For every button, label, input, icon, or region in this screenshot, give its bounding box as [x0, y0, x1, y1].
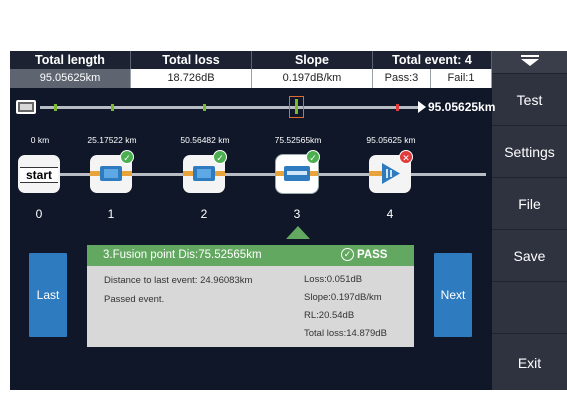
header-total-loss: Total loss — [131, 51, 252, 69]
event-status-text: Passed event. — [104, 294, 165, 305]
summary-table: Total length Total loss Slope Total even… — [10, 51, 492, 89]
selected-event-marker[interactable] — [289, 96, 304, 118]
otdr-device-icon — [16, 100, 36, 114]
menu-bar-icon — [521, 55, 539, 57]
event-detail-header: 3.Fusion point Dis:75.52565km ✓ PASS — [87, 245, 414, 266]
menu-empty-button[interactable] — [492, 281, 567, 333]
otdr-screen: Total length Total loss Slope Total even… — [10, 51, 567, 390]
event-loss: Loss:0.051dB — [304, 274, 363, 285]
side-menu: Test Settings File Save Exit — [492, 51, 567, 390]
event-detail-card: 3.Fusion point Dis:75.52565km ✓ PASS Dis… — [87, 245, 414, 347]
pass-check-icon: ✓ — [120, 150, 134, 164]
menu-save-label: Save — [513, 248, 546, 264]
event-tick-1[interactable] — [111, 104, 114, 111]
event-card-2[interactable]: ✓ — [183, 150, 227, 193]
next-event-button[interactable]: Next — [434, 253, 472, 337]
event-result-badge: PASS — [357, 249, 388, 261]
event-distance-2: 50.56482 km — [180, 135, 230, 145]
selected-event-pointer — [286, 226, 310, 239]
event-card-1[interactable]: ✓ — [90, 150, 134, 193]
header-total-event: Total event: 4 — [373, 51, 492, 69]
menu-test-button[interactable]: Test — [492, 73, 567, 125]
event-distance-1: 25.17522 km — [87, 135, 137, 145]
header-total-length: Total length — [10, 51, 131, 69]
event-number-3: 3 — [293, 207, 301, 221]
event-distance-3: 75.52565km — [274, 135, 322, 145]
start-label: start — [20, 167, 58, 183]
menu-exit-label: Exit — [517, 355, 542, 371]
menu-file-label: File — [518, 196, 541, 212]
value-total-length: 95.05625km — [10, 69, 131, 88]
menu-save-button[interactable]: Save — [492, 229, 567, 281]
event-distance-0: 0 km — [30, 135, 50, 145]
header-slope: Slope — [252, 51, 373, 69]
event-number-2: 2 — [200, 207, 208, 221]
value-slope: 0.197dB/km — [252, 69, 373, 88]
menu-test-label: Test — [516, 92, 543, 108]
event-total-loss: Total loss:14.879dB — [304, 328, 387, 339]
fail-x-icon: ✕ — [399, 150, 413, 164]
value-pass-count: Pass:3 — [373, 69, 431, 88]
menu-settings-label: Settings — [504, 144, 555, 160]
distance-to-last-event: Distance to last event: 24.96083km — [104, 275, 253, 286]
event-number-1: 1 — [107, 207, 115, 221]
trace-line — [40, 106, 422, 109]
collapse-menu-button[interactable] — [492, 51, 567, 73]
event-card-0[interactable]: start — [18, 155, 60, 193]
event-detail-title: 3.Fusion point Dis:75.52565km — [103, 249, 262, 261]
pass-circle-check-icon: ✓ — [341, 248, 354, 261]
event-tick-4[interactable] — [396, 104, 399, 111]
last-event-button[interactable]: Last — [29, 253, 67, 337]
event-card-4[interactable]: ✕ — [369, 150, 413, 193]
chevron-down-icon — [521, 59, 539, 66]
event-card-3[interactable]: ✓ — [276, 150, 320, 193]
menu-settings-button[interactable]: Settings — [492, 125, 567, 177]
menu-exit-button[interactable]: Exit — [492, 333, 567, 390]
event-number-4: 4 — [386, 207, 394, 221]
menu-file-button[interactable]: File — [492, 177, 567, 229]
event-number-0: 0 — [35, 207, 43, 221]
event-tick-0[interactable] — [54, 104, 57, 111]
pass-check-icon: ✓ — [306, 150, 320, 164]
event-tick-2[interactable] — [203, 104, 206, 111]
pass-check-icon: ✓ — [213, 150, 227, 164]
event-distance-4: 95.05625 km — [366, 135, 416, 145]
trace-total-distance: 95.05625km — [428, 100, 496, 114]
value-total-loss: 18.726dB — [131, 69, 252, 88]
event-rl: RL:20.54dB — [304, 310, 355, 321]
event-slope: Slope:0.197dB/km — [304, 292, 382, 303]
value-fail-count: Fail:1 — [431, 69, 492, 88]
trace-end-arrow-icon — [418, 101, 426, 113]
